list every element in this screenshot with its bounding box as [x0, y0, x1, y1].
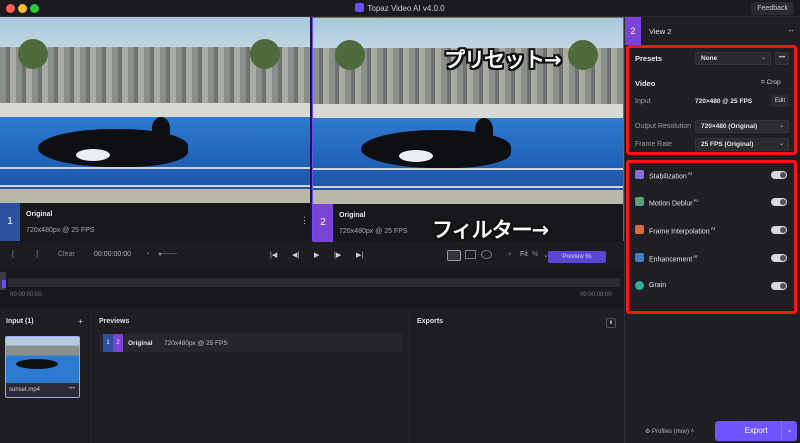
chevron-up-icon: ˄ [689, 429, 695, 435]
volume-slider[interactable]: ●─── [158, 251, 177, 258]
view-number-badge: 2 [625, 17, 641, 45]
expand-arrows-icon[interactable]: ↔ [787, 25, 795, 34]
filters-highlight-box [626, 160, 797, 314]
view-name: Original [339, 212, 366, 219]
window-title: Topaz Video AI v4.0.0 [0, 3, 800, 13]
input-panel-title: Input (1) [6, 318, 34, 325]
input-panel: Input (1) + sunset.mp4 ••• [0, 310, 92, 443]
add-input-button[interactable]: + [78, 317, 83, 326]
step-back-icon[interactable]: ◀| [292, 251, 299, 259]
single-view-icon[interactable] [465, 250, 476, 259]
export-button[interactable]: Export ⌄ [715, 421, 797, 441]
playhead[interactable] [2, 280, 6, 288]
mark-out-button[interactable]: ] [36, 251, 38, 258]
preview-meta: 720x480px @ 25 FPS [164, 340, 228, 347]
topaz-logo-icon [355, 3, 365, 12]
play-icon[interactable]: ▶ [314, 251, 319, 259]
side-by-side-view-icon[interactable] [447, 250, 461, 261]
input-file-name: sunset.mp4 [9, 387, 41, 393]
view-title: View 2 [649, 27, 672, 36]
filters-annotation: フィルター→ [432, 218, 549, 242]
exports-panel: Exports ⬍ [411, 310, 624, 443]
view-number-badge: 1 [103, 334, 113, 352]
exports-menu-button[interactable]: ⬍ [606, 318, 616, 328]
zoom-icon: ⌕ [508, 251, 512, 258]
chevron-down-icon[interactable]: ⌄ [781, 421, 797, 441]
timeline[interactable]: 00:00:00:00 00:00:08:00 [0, 270, 624, 308]
presets-annotation: プリセット→ [444, 48, 562, 72]
gear-icon: ⚙ [645, 429, 653, 435]
zoom-percent[interactable]: % [532, 251, 538, 258]
view-meta: 720x480px @ 25 FPS [339, 228, 408, 235]
volume-icon[interactable]: ◔ [145, 251, 149, 258]
skip-start-icon[interactable]: |◀ [270, 251, 277, 259]
view-number-badge: 2 [113, 334, 123, 352]
preview-button[interactable]: Preview 6s [548, 251, 606, 263]
timeline-track[interactable] [8, 278, 620, 287]
timecode: 00:00:00:00 [94, 251, 131, 258]
timeline-start-label: 00:00:00:00 [10, 292, 42, 298]
feedback-button[interactable]: Feedback [751, 2, 794, 15]
previews-panel: Previews 1 2 Original 720x480px @ 25 FPS [93, 310, 410, 443]
step-forward-icon[interactable]: |▶ [334, 251, 341, 259]
exports-panel-title: Exports [417, 318, 444, 325]
skip-end-icon[interactable]: ▶| [356, 251, 363, 259]
timeline-end-label: 00:00:08:00 [580, 292, 612, 298]
profiles-select[interactable]: ⚙ Profiles (mov) ˄ [645, 428, 694, 435]
view-meta: 720x480px @ 25 FPS [26, 227, 95, 234]
view-1-pane[interactable]: 1 Original 720x480px @ 25 FPS [0, 17, 310, 241]
preview-row[interactable]: 1 2 Original 720x480px @ 25 FPS [99, 334, 403, 352]
title-bar: Topaz Video AI v4.0.0 Feedback [0, 0, 800, 17]
previews-panel-title: Previews [99, 318, 130, 325]
input-file-card[interactable]: sunset.mp4 ••• [5, 336, 80, 398]
view-1-more-icon[interactable]: ⋮ [300, 215, 309, 226]
mark-in-button[interactable]: [ [12, 251, 14, 258]
view-1-info: 1 Original 720x480px @ 25 FPS [0, 203, 310, 241]
split-view-icon[interactable] [481, 250, 492, 259]
presets-highlight-box [626, 45, 797, 155]
video-preview-1 [0, 17, 310, 203]
playback-controls: [ ] Clear 00:00:00:00 ◔ ●─── |◀ ◀| ▶ |▶ … [0, 243, 624, 269]
clear-button[interactable]: Clear [58, 251, 75, 258]
fit-select[interactable]: Fit [520, 251, 528, 258]
view-number-badge: 1 [0, 203, 20, 241]
preview-name: Original [128, 340, 153, 347]
view-number-badge: 2 [313, 204, 333, 242]
view-name: Original [26, 211, 53, 218]
file-more-icon[interactable]: ••• [69, 386, 75, 392]
